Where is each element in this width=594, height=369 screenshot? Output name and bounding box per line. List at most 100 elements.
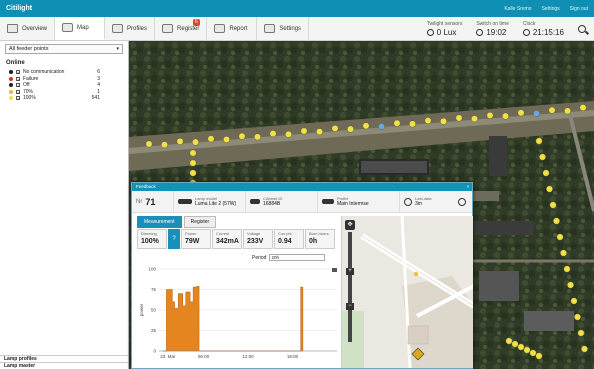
lamp-marker[interactable]: [517, 109, 525, 117]
period-input[interactable]: 20h: [269, 254, 326, 261]
lamp-model-value: Luma Lite 2 (57W): [195, 201, 237, 207]
lamp-marker[interactable]: [539, 153, 546, 161]
settings-link[interactable]: Settings: [542, 6, 560, 12]
lamp-marker[interactable]: [511, 340, 519, 348]
tab-profiles[interactable]: Profiles: [105, 17, 156, 40]
lamp-marker[interactable]: [285, 130, 292, 138]
lamp-marker[interactable]: [553, 217, 560, 225]
status-filter-row[interactable]: ✓ 100% 541: [9, 95, 128, 102]
lamp-marker[interactable]: [238, 132, 246, 140]
settings-icon: [264, 24, 276, 33]
tab-register[interactable]: Register: [183, 216, 217, 228]
lamp-marker[interactable]: [535, 137, 543, 145]
lamp-marker[interactable]: [548, 106, 556, 114]
lamp-marker[interactable]: [378, 123, 385, 130]
status-dot-icon: [9, 89, 13, 94]
lamp-marker[interactable]: [549, 201, 557, 209]
lamp-marker[interactable]: [316, 128, 323, 136]
pan-icon[interactable]: ✥: [345, 220, 355, 230]
lamp-marker[interactable]: [570, 297, 578, 305]
lamp-marker[interactable]: [300, 127, 308, 135]
status-count: 6: [97, 69, 100, 76]
lamp-marker[interactable]: [393, 119, 401, 127]
lamp-marker[interactable]: [574, 313, 581, 321]
register-badge: 6: [193, 19, 200, 26]
measure-value: 233V: [247, 238, 264, 245]
lamp-marker[interactable]: [471, 115, 478, 123]
zoom-slider[interactable]: + −: [346, 232, 354, 342]
lamp-marker[interactable]: [455, 114, 463, 122]
tab-report[interactable]: Report: [207, 17, 258, 40]
lamp-marker[interactable]: [523, 346, 531, 354]
status-checkbox[interactable]: ✓: [16, 96, 20, 101]
measure-label: Dimming: [141, 231, 157, 236]
lamp-marker[interactable]: [347, 125, 354, 133]
lamp-marker[interactable]: [424, 117, 432, 125]
period-control: Period 20h: [252, 254, 326, 261]
street-map-canvas[interactable]: [342, 216, 473, 368]
lamp-marker[interactable]: [440, 117, 447, 125]
lamp-marker[interactable]: [577, 329, 585, 337]
tab-measurement[interactable]: Measurement: [137, 216, 182, 228]
lamp-marker[interactable]: [533, 110, 540, 117]
zoom-out-button[interactable]: −: [346, 303, 354, 310]
lamp-icon: [178, 199, 192, 204]
tab-label: Map: [77, 24, 89, 31]
lamp-marker[interactable]: [502, 112, 509, 120]
lamp-marker[interactable]: [189, 159, 197, 167]
lamp-marker[interactable]: [546, 185, 553, 193]
status-checkbox[interactable]: ✓: [16, 70, 20, 75]
lamp-marker[interactable]: [362, 122, 370, 130]
close-icon[interactable]: ×: [464, 183, 472, 191]
measurement-row: Dimming 100% ? Power 79W Current 342mA V…: [137, 229, 336, 249]
feeder-select[interactable]: All feeder points ▾: [5, 44, 123, 54]
tab-label: Register: [177, 25, 200, 32]
lamp-marker[interactable]: [189, 149, 197, 157]
lamp-marker[interactable]: [567, 281, 574, 289]
lamp-marker[interactable]: [486, 112, 494, 119]
lamp-marker[interactable]: [145, 140, 153, 148]
status-checkbox[interactable]: ✓: [16, 83, 20, 88]
sign-out-link[interactable]: Sign out: [570, 6, 588, 12]
lamp-marker[interactable]: [529, 349, 537, 357]
power-chart: 0 25 50 75 100 23. Mar 06:00 12:00 18:00 power: [139, 267, 337, 359]
lamp-marker[interactable]: [161, 141, 168, 149]
user-link[interactable]: Kalle Sremo: [504, 6, 531, 12]
lamp-marker[interactable]: [409, 120, 416, 128]
lamp-master-panel[interactable]: Lamp master: [0, 362, 128, 369]
lamp-marker[interactable]: [560, 249, 567, 257]
status-dot-icon: [9, 76, 13, 81]
lamp-marker[interactable]: [269, 130, 277, 138]
lamp-marker[interactable]: [556, 233, 564, 241]
tab-overview[interactable]: Overview: [0, 17, 56, 40]
lamp-marker[interactable]: [579, 104, 587, 111]
lamp-marker[interactable]: [542, 169, 550, 177]
status-checkbox[interactable]: ✓: [16, 76, 20, 81]
lamp-marker[interactable]: [535, 352, 543, 360]
tab-map[interactable]: Map: [55, 17, 106, 40]
lamp-marker[interactable]: [563, 265, 571, 273]
lamp-marker[interactable]: [189, 169, 197, 177]
lamp-number-cell: Nr 71: [132, 191, 174, 212]
tab-settings[interactable]: Settings: [257, 17, 310, 40]
lamp-marker[interactable]: [176, 138, 184, 145]
lamp-marker[interactable]: [505, 337, 513, 345]
tab-register[interactable]: Register 6: [155, 17, 208, 40]
street-minimap[interactable]: ✥ + −: [341, 216, 473, 368]
lamp-marker[interactable]: [223, 136, 230, 143]
status-checkbox[interactable]: ✓: [16, 89, 20, 94]
refresh-icon[interactable]: [458, 197, 466, 206]
lamp-marker[interactable]: [207, 135, 215, 143]
lamp-marker[interactable]: [254, 133, 261, 141]
lamp-marker[interactable]: [517, 343, 525, 351]
help-icon[interactable]: ?: [168, 229, 180, 249]
top-links: Kalle Sremo Settings Sign out: [504, 6, 588, 12]
lamp-marker[interactable]: [331, 125, 339, 132]
zoom-in-button[interactable]: +: [346, 268, 354, 275]
lamp-marker[interactable]: [192, 138, 199, 146]
lamp-marker[interactable]: [581, 345, 588, 353]
search-icon[interactable]: [578, 24, 586, 33]
lamp-profiles-panel[interactable]: Lamp profiles: [0, 355, 128, 362]
measure-value: 0.94: [278, 238, 292, 245]
lamp-marker[interactable]: [564, 107, 571, 115]
